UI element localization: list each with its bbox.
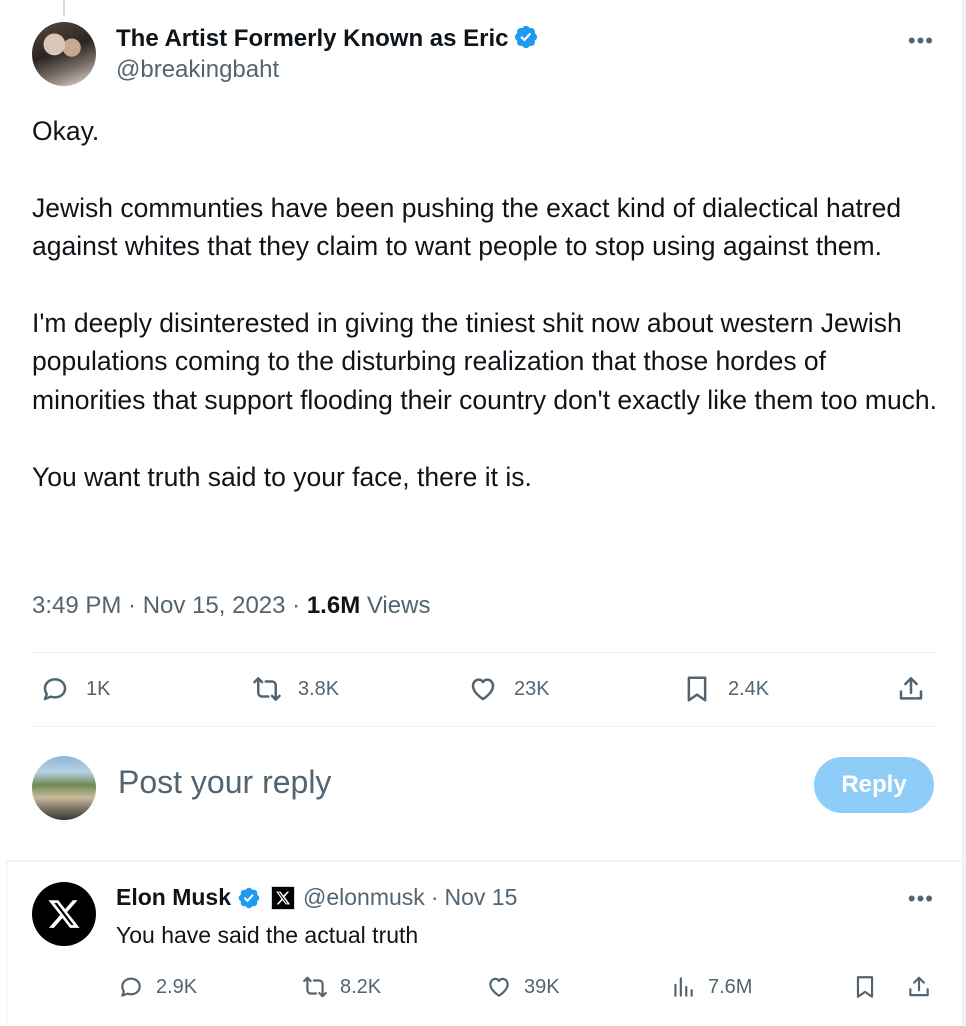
reply-repost-action[interactable]: 8.2K	[302, 974, 381, 1000]
reply-views-action[interactable]: 7.6M	[670, 974, 752, 1000]
reply-reply-action[interactable]: 2.9K	[118, 974, 197, 1000]
like-icon	[471, 678, 495, 701]
views-count: 1.6M	[306, 592, 361, 619]
left-edge	[6, 860, 7, 1026]
reply-input[interactable]: Post your reply	[118, 764, 331, 801]
reply-views-count: 7.6M	[708, 975, 753, 998]
user-avatar[interactable]	[32, 756, 96, 820]
reply-date[interactable]: Nov 15	[444, 884, 517, 911]
more-icon[interactable]: •••	[908, 886, 934, 912]
reply-bookmark-action[interactable]	[852, 974, 878, 1000]
right-edge	[962, 0, 966, 1026]
bookmark-icon	[687, 676, 707, 702]
like-action[interactable]: 23K	[468, 674, 550, 704]
share-icon	[899, 677, 923, 700]
share-action[interactable]	[896, 674, 926, 704]
bookmark-count: 2.4K	[728, 677, 770, 700]
reply-like-count: 39K	[524, 975, 560, 998]
x-affiliate-badge-icon[interactable]	[271, 885, 296, 910]
reply-author-handle: @elonmusk	[303, 884, 425, 910]
like-icon	[489, 977, 509, 997]
author-handle[interactable]: @breakingbaht	[116, 56, 279, 84]
tweet-meta: 3:49 PM · Nov 15, 2023 · 1.6M Views	[32, 592, 431, 619]
x-logo-icon	[48, 900, 80, 928]
repost-action[interactable]: 3.8K	[252, 674, 339, 704]
reply-author-name: Elon Musk	[116, 884, 232, 910]
tweet-text: Okay. Jewish communties have been pushin…	[32, 112, 942, 496]
reply-icon	[43, 678, 67, 701]
verified-badge-icon	[238, 887, 260, 908]
author-avatar[interactable]	[32, 22, 96, 86]
reply-author[interactable]: Elon Musk @elonmusk · Nov 15	[116, 884, 517, 911]
verified-badge-icon	[514, 25, 537, 49]
reply-author-avatar[interactable]	[32, 882, 96, 946]
repost-icon	[303, 976, 327, 998]
more-icon[interactable]: •••	[908, 28, 934, 54]
views-label: Views	[366, 592, 431, 619]
tweet-paragraph: Jewish communties have been pushing the …	[32, 192, 909, 262]
divider	[32, 652, 938, 653]
reply-count: 1K	[86, 677, 111, 700]
reply-button[interactable]: Reply	[814, 757, 934, 813]
views-icon	[674, 977, 693, 997]
section-separator	[6, 860, 962, 862]
reply-text: You have said the actual truth	[116, 922, 419, 948]
bookmark-action[interactable]: 2.4K	[682, 674, 769, 704]
share-icon	[909, 976, 929, 997]
reply-reply-count: 2.9K	[156, 975, 198, 998]
dot-separator: ·	[430, 884, 439, 910]
repost-count: 3.8K	[298, 677, 340, 700]
reply-action[interactable]: 1K	[40, 674, 110, 704]
reply-share-action[interactable]	[906, 974, 932, 1000]
bookmark-icon	[856, 976, 874, 998]
author-name[interactable]: The Artist Formerly Known as Eric	[116, 24, 539, 53]
tweet-paragraph: I'm deeply disinterested in giving the t…	[32, 308, 938, 415]
tweet-paragraph: Okay.	[32, 116, 100, 146]
tweet-paragraph: You want truth said to your face, there …	[32, 461, 532, 492]
author-name-text: The Artist Formerly Known as Eric	[116, 25, 509, 52]
repost-icon	[253, 677, 281, 701]
divider	[32, 726, 938, 727]
reply-repost-count: 8.2K	[340, 975, 382, 998]
thread-line	[63, 0, 65, 16]
reply-icon	[121, 977, 141, 997]
tweet-date[interactable]: Nov 15, 2023	[143, 592, 286, 619]
tweet-time[interactable]: 3:49 PM	[32, 592, 121, 619]
like-count: 23K	[514, 677, 550, 700]
reply-like-action[interactable]: 39K	[486, 974, 560, 1000]
